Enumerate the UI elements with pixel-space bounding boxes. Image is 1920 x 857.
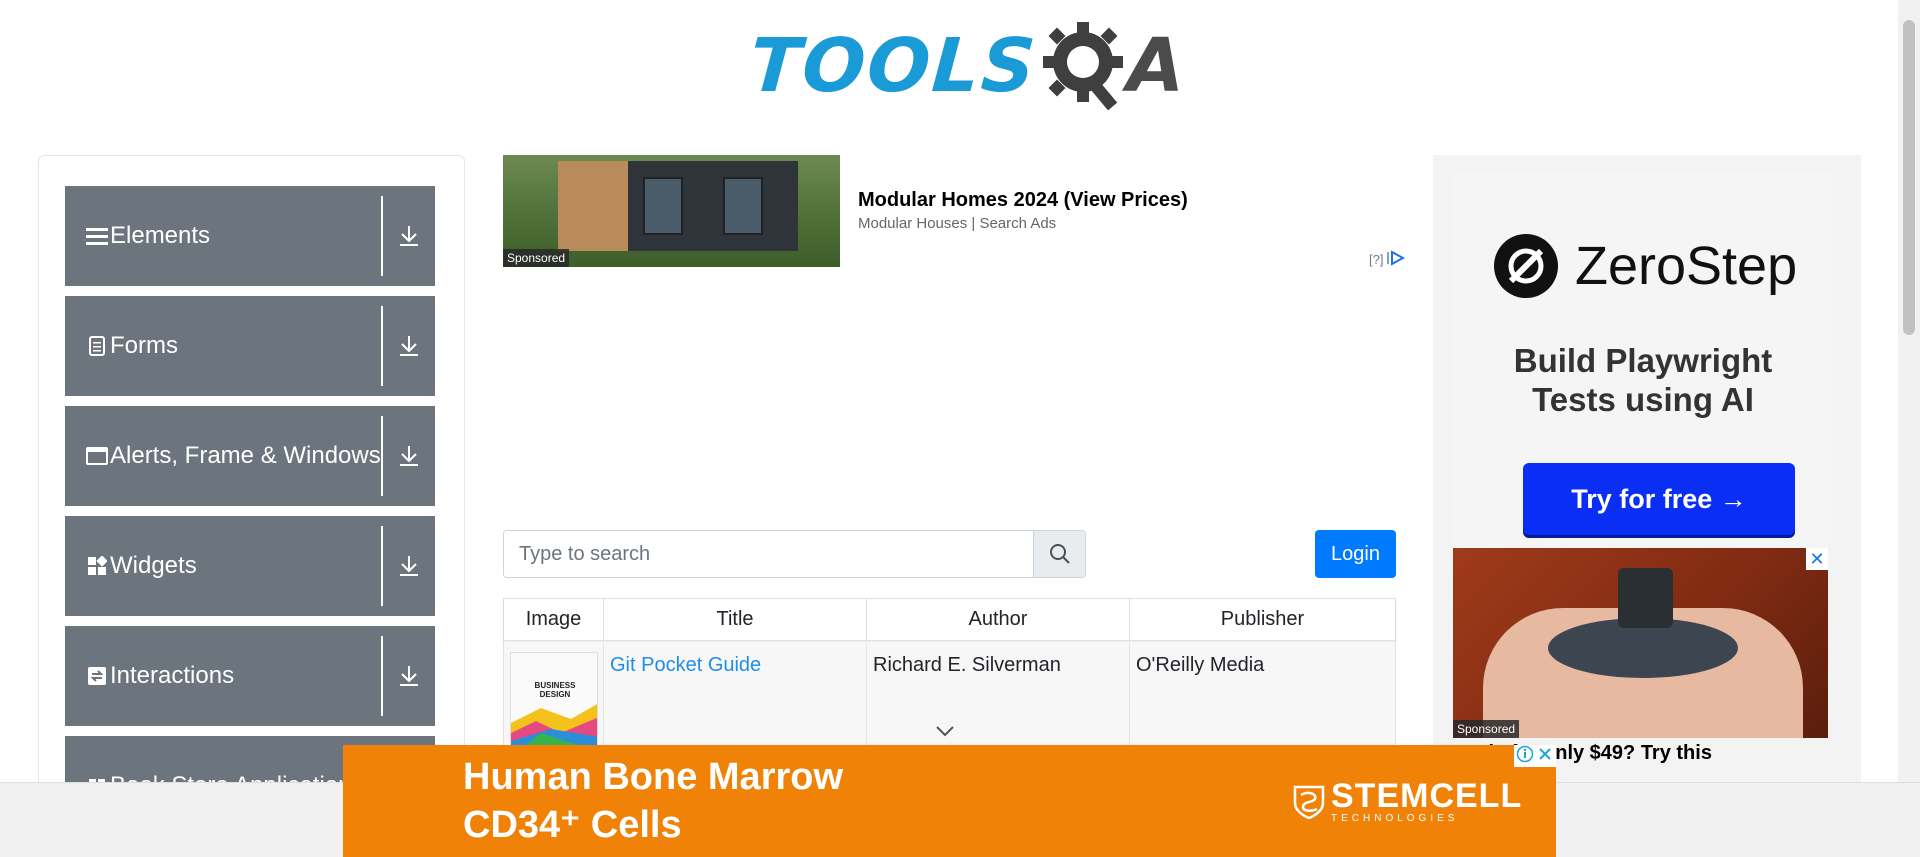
close-icon[interactable]: ✕ bbox=[1806, 548, 1828, 570]
sponsored-tag: Sponsored bbox=[503, 249, 570, 267]
search-button[interactable] bbox=[1033, 531, 1085, 577]
sidebar-group-label: Alerts, Frame & Windows bbox=[110, 442, 381, 469]
column-header-image[interactable]: Image bbox=[504, 599, 604, 640]
column-header-publisher[interactable]: Publisher bbox=[1130, 599, 1395, 640]
top-ad[interactable]: Sponsored Modular Homes 2024 (View Price… bbox=[503, 155, 1413, 267]
hamburger-icon bbox=[86, 225, 108, 247]
hdmi-ad-image[interactable]: Sponsored ✕ bbox=[1453, 548, 1828, 738]
zerostep-logo: ZeroStep bbox=[1493, 233, 1797, 299]
download-icon[interactable] bbox=[391, 438, 427, 474]
logo-suffix: A bbox=[1126, 23, 1185, 109]
table-header: Image Title Author Publisher bbox=[504, 599, 1395, 641]
column-header-author[interactable]: Author bbox=[867, 599, 1130, 640]
zerostep-brand: ZeroStep bbox=[1575, 236, 1798, 296]
house-wood-panel bbox=[558, 161, 628, 251]
divider bbox=[381, 526, 383, 606]
try-for-free-button[interactable]: Try for free → bbox=[1523, 463, 1795, 535]
headline-line: Tests using AI bbox=[1532, 381, 1754, 418]
sidebar-group-alerts[interactable]: Alerts, Frame & Windows bbox=[65, 406, 435, 506]
stemcell-banner-ad[interactable]: Human Bone Marrow CD34⁺ Cells STEMCELL T… bbox=[343, 745, 1556, 857]
banner-line: Human Bone Marrow bbox=[463, 756, 844, 798]
sidebar-group-interactions[interactable]: Interactions bbox=[65, 626, 435, 726]
ad-help-link[interactable]: [?] bbox=[1369, 252, 1383, 267]
search-box bbox=[503, 530, 1086, 578]
search-input[interactable] bbox=[504, 531, 1033, 577]
house-window bbox=[723, 177, 763, 235]
sidebar-group-widgets[interactable]: Widgets bbox=[65, 516, 435, 616]
banner-controls bbox=[1514, 745, 1556, 767]
close-icon[interactable] bbox=[1536, 745, 1554, 768]
divider bbox=[381, 416, 383, 496]
sidebar-group-label: Widgets bbox=[110, 552, 197, 579]
book-cover-image: BUSINESS DESIGN bbox=[510, 652, 598, 748]
divider bbox=[381, 636, 383, 716]
download-icon[interactable] bbox=[391, 218, 427, 254]
sidebar-group-elements[interactable]: Elements bbox=[65, 186, 435, 286]
book-title-link[interactable]: Git Pocket Guide bbox=[610, 654, 761, 676]
ad-image[interactable]: Sponsored bbox=[503, 155, 840, 267]
stemcell-logo: STEMCELL TECHNOLOGIES bbox=[1293, 779, 1522, 824]
ad-title-link[interactable]: Modular Homes 2024 (View Prices) bbox=[858, 189, 1188, 212]
zerostep-ad[interactable]: ZeroStep Build Playwright Tests using AI… bbox=[1453, 173, 1833, 548]
search-icon bbox=[1049, 544, 1070, 564]
book-cover-title: BUSINESS DESIGN bbox=[534, 681, 576, 699]
banner-line: CD34⁺ Cells bbox=[463, 804, 682, 846]
sidebar-group-label: Elements bbox=[110, 222, 211, 249]
download-icon[interactable] bbox=[391, 658, 427, 694]
sidebar-group-label: Interactions bbox=[110, 662, 235, 689]
divider bbox=[381, 306, 383, 386]
scrollbar-thumb[interactable] bbox=[1903, 20, 1915, 335]
vertical-scrollbar[interactable] bbox=[1898, 0, 1920, 782]
banner-headline: Human Bone Marrow CD34⁺ Cells bbox=[463, 753, 843, 849]
column-header-title[interactable]: Title bbox=[604, 599, 867, 640]
stemcell-shield-icon bbox=[1293, 785, 1325, 819]
sidebar-group-forms[interactable]: Forms bbox=[65, 296, 435, 396]
document-icon bbox=[86, 335, 108, 357]
chevron-down-icon[interactable] bbox=[935, 724, 955, 742]
interactions-icon bbox=[86, 665, 108, 687]
login-button[interactable]: Login bbox=[1315, 530, 1396, 578]
sponsored-tag: Sponsored bbox=[1453, 720, 1520, 738]
gear-magnifier-icon bbox=[1041, 18, 1127, 114]
banner-brand: STEMCELL bbox=[1331, 777, 1523, 815]
page-root: TOOLS A Elements Forms Alerts, Frame & W… bbox=[0, 0, 1920, 857]
ad-subtitle: Modular Houses | Search Ads bbox=[858, 215, 1057, 232]
download-icon[interactable] bbox=[391, 328, 427, 364]
info-icon[interactable] bbox=[1516, 745, 1534, 768]
house-window bbox=[643, 177, 683, 235]
headline-line: Build Playwright bbox=[1513, 342, 1773, 379]
download-icon[interactable] bbox=[391, 548, 427, 584]
adchoices-icon[interactable] bbox=[1387, 250, 1406, 269]
window-icon bbox=[86, 445, 108, 467]
hdmi-plug-shape bbox=[1618, 568, 1673, 628]
logo-text: TOOLS bbox=[746, 23, 1040, 109]
zerostep-headline: Build Playwright Tests using AI bbox=[1453, 341, 1833, 419]
ad-choices[interactable]: [?] bbox=[1369, 250, 1406, 269]
toolsqa-logo[interactable]: TOOLS A bbox=[746, 18, 1185, 114]
sidebar-group-label: Forms bbox=[110, 332, 178, 359]
widgets-icon bbox=[86, 555, 108, 577]
zerostep-logo-icon bbox=[1494, 234, 1558, 298]
divider bbox=[381, 196, 383, 276]
